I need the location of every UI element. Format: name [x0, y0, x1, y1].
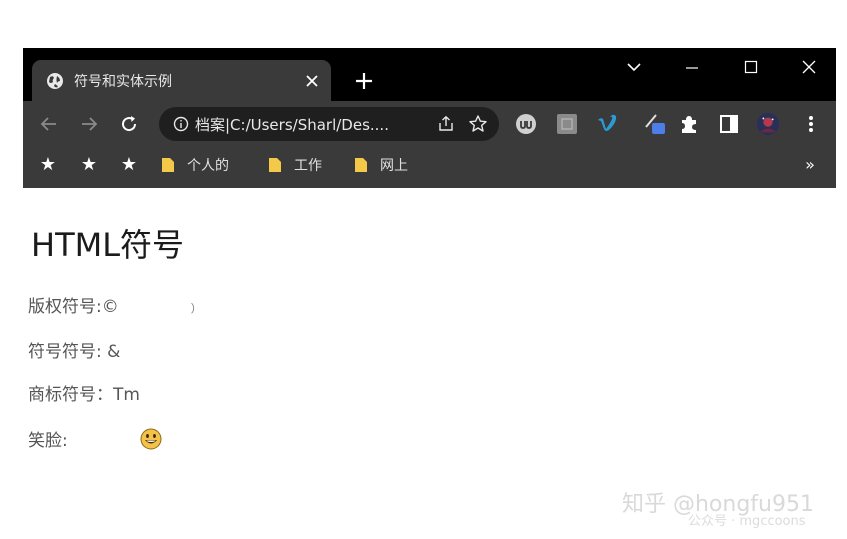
- line-label: 版权符号:: [28, 297, 102, 317]
- menu-kebab-icon[interactable]: [799, 112, 823, 136]
- bookmark-folder-label: 工作: [294, 158, 322, 174]
- color-picker-icon[interactable]: [643, 112, 667, 136]
- back-arrow-icon[interactable]: [36, 111, 62, 137]
- bookmark-folder-work[interactable]: 工作: [268, 153, 322, 177]
- address-text[interactable]: 档案|C:/Users/Sharl/Des....: [195, 114, 425, 135]
- line-label: 符号符号:: [28, 342, 108, 362]
- smiley-face-icon: [140, 428, 162, 450]
- bookmark-star-3[interactable]: ★: [119, 154, 139, 175]
- bookmark-star-1[interactable]: ★: [38, 154, 58, 175]
- bookmark-star-2[interactable]: ★: [79, 154, 99, 175]
- more-bookmarks-chevron-icon[interactable]: »: [803, 154, 817, 174]
- reload-icon[interactable]: [116, 111, 142, 137]
- window-close-icon[interactable]: [795, 56, 823, 78]
- bookmarks-bar: ★ ★ ★ 个人的 工作 网上 »: [23, 146, 836, 188]
- new-tab-icon[interactable]: [351, 68, 377, 94]
- paren-mark: ）: [190, 302, 202, 315]
- share-icon[interactable]: [435, 113, 457, 135]
- watermark-sub: 公众号 · mgccoons: [688, 514, 806, 529]
- tab-strip: 符号和实体示例: [23, 48, 836, 101]
- line-label: 商标符号：: [28, 385, 113, 405]
- tab-active[interactable]: 符号和实体示例: [32, 60, 331, 101]
- smiley-line: 笑脸:: [28, 426, 162, 451]
- extensions-puzzle-icon[interactable]: [677, 112, 701, 136]
- copyright-line: 版权符号:© ）: [28, 292, 202, 317]
- page-content: HTML符号 版权符号:©） 符号符号: & 商标符号：Tm 笑脸: 知乎 @h…: [0, 188, 847, 539]
- extension-circle-icon[interactable]: [514, 112, 538, 136]
- line-label: 笑脸:: [28, 431, 68, 451]
- profile-avatar[interactable]: [756, 112, 780, 136]
- forward-arrow-icon[interactable]: [76, 111, 102, 137]
- ampersand-symbol: &: [107, 342, 121, 362]
- maximize-icon[interactable]: [737, 56, 765, 78]
- bookmark-star-icon[interactable]: [467, 113, 489, 135]
- page-title: HTML符号: [31, 226, 185, 264]
- folder-icon: [269, 158, 281, 172]
- side-panel-icon[interactable]: [717, 112, 741, 136]
- minimize-icon[interactable]: [678, 56, 706, 78]
- vimeo-icon[interactable]: [595, 112, 619, 136]
- extension-square-icon[interactable]: [555, 112, 579, 136]
- close-tab-icon[interactable]: [303, 72, 321, 90]
- tab-title: 符号和实体示例: [74, 73, 172, 90]
- globe-icon: [46, 72, 64, 90]
- folder-icon: [162, 158, 174, 172]
- toolbar: 档案|C:/Users/Sharl/Des....: [23, 101, 836, 146]
- trademark-symbol: Tm: [113, 385, 140, 405]
- screenshot: 符号和实体示例 档案|C:/Users/Sharl/Des.... ★ ★ ★ …: [0, 0, 847, 539]
- address-bar[interactable]: 档案|C:/Users/Sharl/Des....: [159, 107, 499, 141]
- trademark-line: 商标符号：Tm: [28, 380, 140, 405]
- bookmark-folder-online[interactable]: 网上: [354, 153, 408, 177]
- folder-icon: [355, 158, 367, 172]
- copyright-symbol: ©: [101, 297, 119, 317]
- bookmark-folder-label: 个人的: [187, 158, 229, 174]
- browser-window: 符号和实体示例 档案|C:/Users/Sharl/Des.... ★ ★ ★ …: [23, 48, 836, 188]
- bookmark-folder-label: 网上: [380, 158, 408, 174]
- info-icon[interactable]: [173, 116, 189, 132]
- bookmark-folder-personal[interactable]: 个人的: [161, 153, 229, 177]
- ampersand-line: 符号符号: &: [28, 337, 120, 362]
- tab-search-chevron-icon[interactable]: [620, 56, 648, 78]
